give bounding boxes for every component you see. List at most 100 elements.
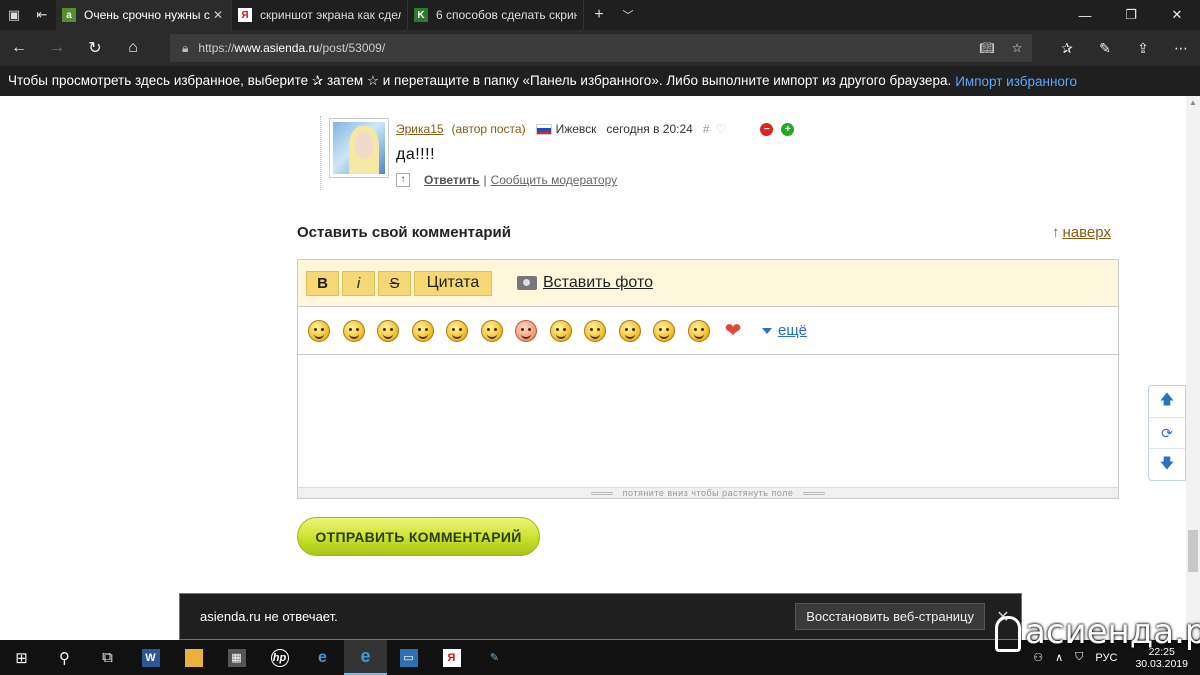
minimize-icon[interactable]: —: [1062, 0, 1108, 30]
more-smileys-label: ещё: [778, 322, 808, 339]
search-icon[interactable]: ⚲: [43, 640, 86, 675]
heart-smiley-icon[interactable]: ❤: [722, 320, 744, 342]
paint-app-icon[interactable]: ✎: [473, 640, 516, 675]
quote-button[interactable]: Цитата: [414, 270, 492, 296]
url-path: /post/53009/: [319, 41, 386, 55]
avatar[interactable]: [329, 118, 389, 178]
clock-date: 30.03.2019: [1135, 657, 1188, 670]
address-bar[interactable]: 🔒︎ https://www.asienda.ru/post/53009/ 📖︎…: [170, 34, 1032, 62]
forward-icon[interactable]: →: [38, 30, 76, 66]
heart-icon[interactable]: ♡: [716, 122, 727, 136]
favorites-bar: Чтобы просмотреть здесь избранное, выбер…: [0, 66, 1200, 96]
laptop-app-icon[interactable]: ▭: [387, 640, 430, 675]
more-smileys-button[interactable]: ещё: [762, 322, 807, 339]
hp-app-icon[interactable]: hp: [258, 640, 301, 675]
insert-photo-button[interactable]: Вставить фото: [517, 274, 653, 292]
favorite-star-icon[interactable]: ☆: [1002, 41, 1032, 55]
smiley-icon[interactable]: [653, 319, 675, 342]
tray-chevron-icon[interactable]: ∧: [1055, 651, 1063, 664]
shield-icon[interactable]: ⛉: [1075, 651, 1083, 664]
comment-text: да!!!!: [396, 146, 436, 163]
more-menu-icon[interactable]: ⋯: [1162, 30, 1200, 66]
tab-actions-icon[interactable]: ▣: [0, 0, 28, 30]
watermark-logo: асиенда.ру: [995, 612, 1200, 652]
scroll-down-arrow-icon[interactable]: 🡇︎: [1149, 449, 1185, 480]
tab-3[interactable]: K 6 способов сделать скрин: [408, 0, 584, 30]
comment-time: сегодня в 20:24: [606, 122, 693, 136]
file-explorer-icon[interactable]: [172, 640, 215, 675]
internet-explorer-icon[interactable]: e: [301, 640, 344, 675]
vote-up-icon[interactable]: +: [781, 122, 795, 136]
reading-view-icon[interactable]: 📖︎: [972, 41, 1002, 55]
to-top-link[interactable]: ↑ наверх: [1052, 224, 1111, 241]
resize-hint: потяните вниз чтобы растянуть поле: [622, 488, 794, 498]
comment-textarea[interactable]: [298, 355, 1118, 487]
tab-1[interactable]: a Очень срочно нужны с ✕: [56, 0, 232, 30]
reply-link[interactable]: Ответить: [424, 173, 479, 187]
scroll-up-arrow-icon[interactable]: 🡅︎: [1149, 386, 1185, 418]
maximize-icon[interactable]: ❐: [1108, 0, 1154, 30]
camera-icon: [517, 276, 537, 290]
tab-title: скриншот экрана как сдел: [260, 8, 401, 22]
url-text: https://www.asienda.ru/post/53009/: [198, 41, 385, 55]
reload-icon[interactable]: ⟳: [1149, 418, 1185, 450]
smiley-icon[interactable]: [480, 319, 503, 342]
tab-title: Очень срочно нужны с: [84, 8, 210, 22]
tab-list-chevron-icon[interactable]: ﹀: [614, 7, 642, 23]
editor-toolbar: B i S Цитата Вставить фото: [298, 260, 1118, 307]
word-app-icon[interactable]: W: [129, 640, 172, 675]
task-view-icon[interactable]: ⧉: [86, 640, 129, 675]
report-link[interactable]: Сообщить модератору: [491, 173, 618, 187]
smiley-icon[interactable]: [584, 319, 606, 342]
smiley-icon[interactable]: [342, 319, 365, 342]
comment-permalink[interactable]: #: [703, 122, 710, 136]
up-arrow-icon: ↑: [1052, 224, 1060, 241]
parent-comment-arrow-icon[interactable]: ↑: [396, 173, 410, 187]
vote-down-icon[interactable]: −: [760, 122, 774, 136]
calculator-icon[interactable]: ▦: [215, 640, 258, 675]
comment-actions: ↑ Ответить | Сообщить модератору: [396, 173, 617, 187]
smiley-icon[interactable]: [549, 319, 572, 342]
close-window-icon[interactable]: ✕: [1154, 0, 1200, 30]
smiley-icon[interactable]: [618, 319, 641, 342]
notes-pen-icon[interactable]: ✎: [1086, 30, 1124, 66]
browser-nav-bar: ← → ↻ ⌂ 🔒︎ https://www.asienda.ru/post/5…: [0, 30, 1200, 66]
watermark-text: асиенда.ру: [1025, 612, 1200, 652]
bold-button[interactable]: B: [306, 270, 339, 296]
avatar-image: [333, 122, 385, 174]
comment-city: Ижевск: [555, 122, 597, 136]
smiley-icon[interactable]: [308, 319, 330, 342]
people-icon[interactable]: ⚇: [1033, 651, 1043, 664]
smiley-icon[interactable]: [515, 319, 537, 342]
smiley-icon[interactable]: [377, 319, 399, 342]
tab-close-icon[interactable]: ✕: [211, 8, 225, 22]
start-windows-icon[interactable]: ⊞: [0, 640, 43, 675]
grip-lines-icon: [590, 492, 613, 496]
language-indicator[interactable]: РУС: [1095, 652, 1117, 664]
restore-page-button[interactable]: Восстановить веб-страницу: [795, 603, 985, 630]
comment-meta: Эрика15 (автор поста) Ижевск сегодня в 2…: [396, 122, 795, 136]
import-favorites-link[interactable]: Импорт избранного: [955, 74, 1077, 89]
browser-tab-bar: ▣ ⇤ a Очень срочно нужны с ✕ Я скриншот …: [0, 0, 1200, 30]
refresh-icon[interactable]: ↻: [76, 30, 114, 66]
tab-favicon-icon: Я: [238, 8, 252, 22]
smiley-icon[interactable]: [687, 319, 710, 342]
edge-browser-icon[interactable]: e: [344, 640, 387, 675]
smiley-icon[interactable]: [411, 319, 434, 342]
home-icon[interactable]: ⌂: [114, 30, 152, 66]
resize-handle[interactable]: потяните вниз чтобы растянуть поле: [298, 487, 1118, 498]
tab-2[interactable]: Я скриншот экрана как сдел: [232, 0, 408, 30]
smiley-icon[interactable]: [446, 319, 468, 342]
share-icon[interactable]: ⇪: [1124, 30, 1162, 66]
submit-comment-button[interactable]: ОТПРАВИТЬ КОММЕНТАРИЙ: [297, 517, 540, 556]
back-icon[interactable]: ←: [0, 30, 38, 66]
yandex-browser-icon[interactable]: Я: [430, 640, 473, 675]
scroll-up-icon[interactable]: ▲: [1188, 98, 1198, 108]
italic-button[interactable]: i: [342, 270, 375, 296]
scrollbar-thumb[interactable]: [1188, 530, 1198, 572]
set-aside-tabs-icon[interactable]: ⇤: [28, 0, 56, 30]
new-tab-icon[interactable]: +: [584, 6, 614, 24]
favorites-hub-icon[interactable]: ✰: [1048, 30, 1086, 66]
comment-username[interactable]: Эрика15: [396, 122, 444, 136]
strikethrough-button[interactable]: S: [378, 270, 411, 296]
